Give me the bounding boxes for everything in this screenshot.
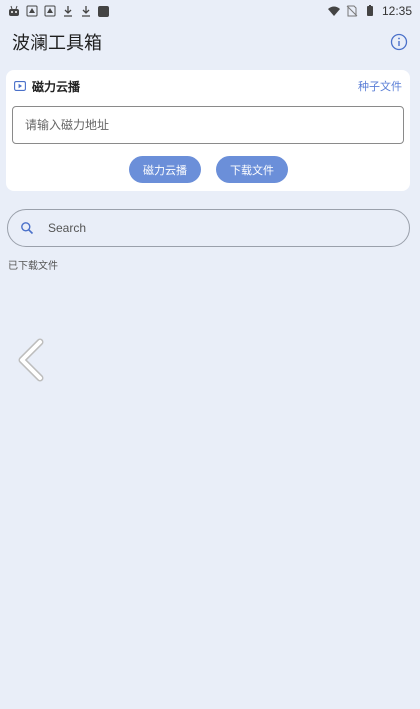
app-header: 波澜工具箱 — [0, 26, 420, 58]
page-title: 波澜工具箱 — [12, 33, 102, 54]
seed-file-link[interactable]: 种子文件 — [358, 78, 402, 94]
no-sim-icon — [346, 5, 358, 17]
download-file-button[interactable]: 下载文件 — [216, 156, 288, 183]
status-bar-right: 12:35 — [327, 4, 412, 18]
magnet-card-title: 磁力云播 — [32, 79, 81, 94]
status-bar-left — [8, 5, 109, 17]
play-icon — [14, 81, 26, 91]
info-icon[interactable] — [390, 33, 408, 51]
cloud-play-button[interactable]: 磁力云播 — [129, 156, 201, 183]
robot-icon — [9, 5, 19, 16]
status-bar: 12:35 — [0, 0, 420, 22]
magnet-card-header: 磁力云播 种子文件 — [14, 76, 402, 96]
square-icon — [98, 5, 109, 17]
magnet-card: 磁力云播 种子文件 磁力云播 下载文件 — [6, 70, 410, 191]
search-bar[interactable] — [7, 209, 410, 247]
download-icon — [82, 6, 90, 17]
downloaded-files-label: 已下载文件 — [8, 261, 58, 272]
back-chevron-icon[interactable] — [16, 338, 46, 382]
status-time: 12:35 — [381, 4, 412, 18]
app-icon — [26, 5, 38, 17]
wifi-icon — [327, 6, 340, 16]
search-input[interactable] — [46, 220, 370, 236]
download-icon — [64, 6, 72, 17]
magnet-address-input[interactable] — [12, 106, 404, 144]
app-icon — [44, 5, 56, 17]
battery-icon — [366, 5, 373, 16]
magnet-card-title-group: 磁力云播 — [14, 78, 80, 95]
search-icon — [21, 222, 34, 235]
